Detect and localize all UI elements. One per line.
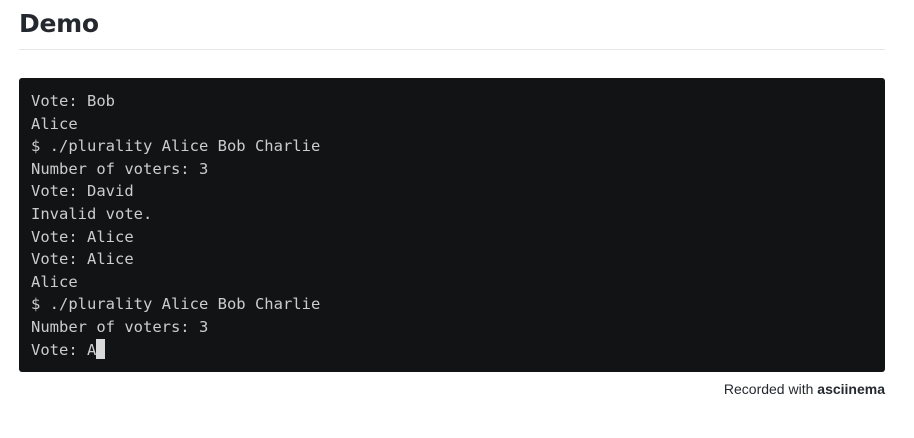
terminal-prompt-line: Vote: A bbox=[31, 338, 885, 362]
terminal-line: $ ./plurality Alice Bob Charlie bbox=[31, 137, 321, 156]
terminal-cursor bbox=[96, 338, 106, 359]
terminal-line: Vote: David bbox=[31, 182, 134, 201]
terminal-line: Invalid vote. bbox=[31, 204, 153, 223]
terminal-line: $ ./plurality Alice Bob Charlie bbox=[31, 295, 321, 314]
page-title: Demo bbox=[19, 9, 99, 38]
terminal-line: Vote: Bob bbox=[31, 92, 115, 110]
recording-credit: Recorded with asciinema bbox=[724, 380, 885, 398]
terminal-line: Alice bbox=[31, 272, 78, 291]
credit-prefix: Recorded with bbox=[723, 381, 818, 397]
title-divider bbox=[19, 49, 885, 50]
terminal-line: Number of voters: 3 bbox=[31, 317, 209, 336]
terminal-line: Vote: Alice bbox=[31, 227, 134, 246]
terminal-line: Alice bbox=[31, 114, 78, 133]
terminal-line: Vote: Alice bbox=[31, 250, 134, 269]
asciinema-link[interactable]: asciinema bbox=[817, 381, 885, 397]
terminal-player[interactable]: Vote: Bob Alice $ ./plurality Alice Bob … bbox=[19, 78, 885, 372]
terminal-line: Number of voters: 3 bbox=[31, 159, 209, 178]
terminal-line-text: Vote: A bbox=[31, 340, 97, 359]
